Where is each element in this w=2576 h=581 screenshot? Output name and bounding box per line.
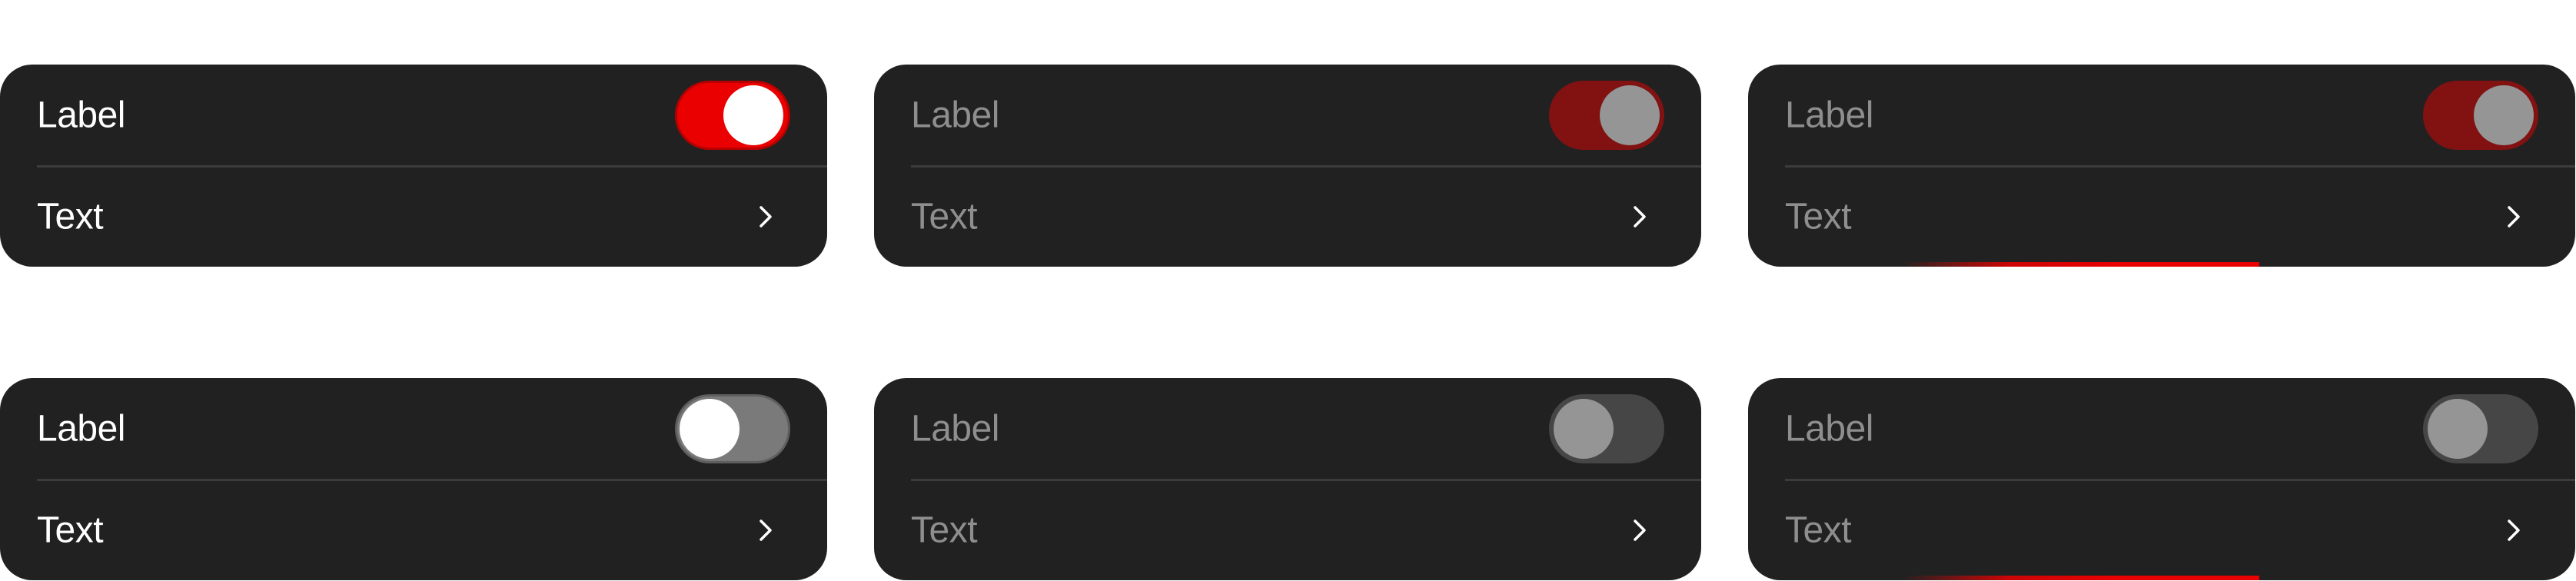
settings-card-2: Label Text bbox=[874, 65, 1701, 267]
toggle-knob bbox=[680, 398, 740, 459]
navigation-row: Text bbox=[1748, 166, 2575, 267]
toggle-row: Label bbox=[874, 378, 1701, 479]
row-text: Text bbox=[37, 510, 104, 550]
toggle-switch bbox=[1549, 393, 1664, 463]
toggle-row[interactable]: Label bbox=[0, 378, 827, 479]
row-text: Text bbox=[911, 196, 978, 237]
chevron-right-icon bbox=[2508, 519, 2520, 541]
toggle-switch bbox=[2423, 393, 2538, 463]
navigation-row: Text bbox=[874, 166, 1701, 267]
toggle-switch bbox=[1549, 80, 1664, 150]
chevron-right-icon bbox=[1634, 205, 1646, 227]
navigation-row[interactable]: Text bbox=[0, 480, 827, 580]
toggle-switch[interactable] bbox=[675, 80, 790, 150]
toggle-label: Label bbox=[37, 408, 125, 449]
row-text: Text bbox=[1785, 196, 1852, 237]
toggle-switch[interactable] bbox=[675, 393, 790, 463]
chevron-right-icon bbox=[1634, 519, 1646, 541]
navigation-row[interactable]: Text bbox=[0, 166, 827, 267]
chevron-right-icon bbox=[2508, 205, 2520, 227]
navigation-row: Text bbox=[1748, 480, 2575, 580]
toggle-knob bbox=[723, 85, 783, 145]
chevron-right-icon bbox=[760, 519, 772, 541]
toggle-row: Label bbox=[1748, 378, 2575, 479]
toggle-label: Label bbox=[37, 95, 125, 135]
chevron-right-icon bbox=[760, 205, 772, 227]
toggle-label: Label bbox=[911, 408, 999, 449]
row-text: Text bbox=[911, 510, 978, 550]
focus-indicator bbox=[1902, 262, 2259, 267]
settings-card-4: Label Text bbox=[0, 378, 827, 580]
navigation-row: Text bbox=[874, 480, 1701, 580]
row-text: Text bbox=[1785, 510, 1852, 550]
toggle-knob bbox=[2428, 398, 2488, 459]
settings-card-6: Label Text bbox=[1748, 378, 2575, 580]
toggle-label: Label bbox=[1785, 408, 1873, 449]
toggle-knob bbox=[1554, 398, 1614, 459]
toggle-row: Label bbox=[1748, 65, 2575, 165]
toggle-switch bbox=[2423, 80, 2538, 150]
toggle-row: Label bbox=[874, 65, 1701, 165]
toggle-label: Label bbox=[1785, 95, 1873, 135]
toggle-label: Label bbox=[911, 95, 999, 135]
settings-card-1: Label Text bbox=[0, 65, 827, 267]
settings-card-3: Label Text bbox=[1748, 65, 2575, 267]
toggle-row[interactable]: Label bbox=[0, 65, 827, 165]
focus-indicator bbox=[1902, 576, 2259, 580]
settings-card-5: Label Text bbox=[874, 378, 1701, 580]
toggle-knob bbox=[1600, 85, 1660, 145]
toggle-knob bbox=[2474, 85, 2534, 145]
row-text: Text bbox=[37, 196, 104, 237]
